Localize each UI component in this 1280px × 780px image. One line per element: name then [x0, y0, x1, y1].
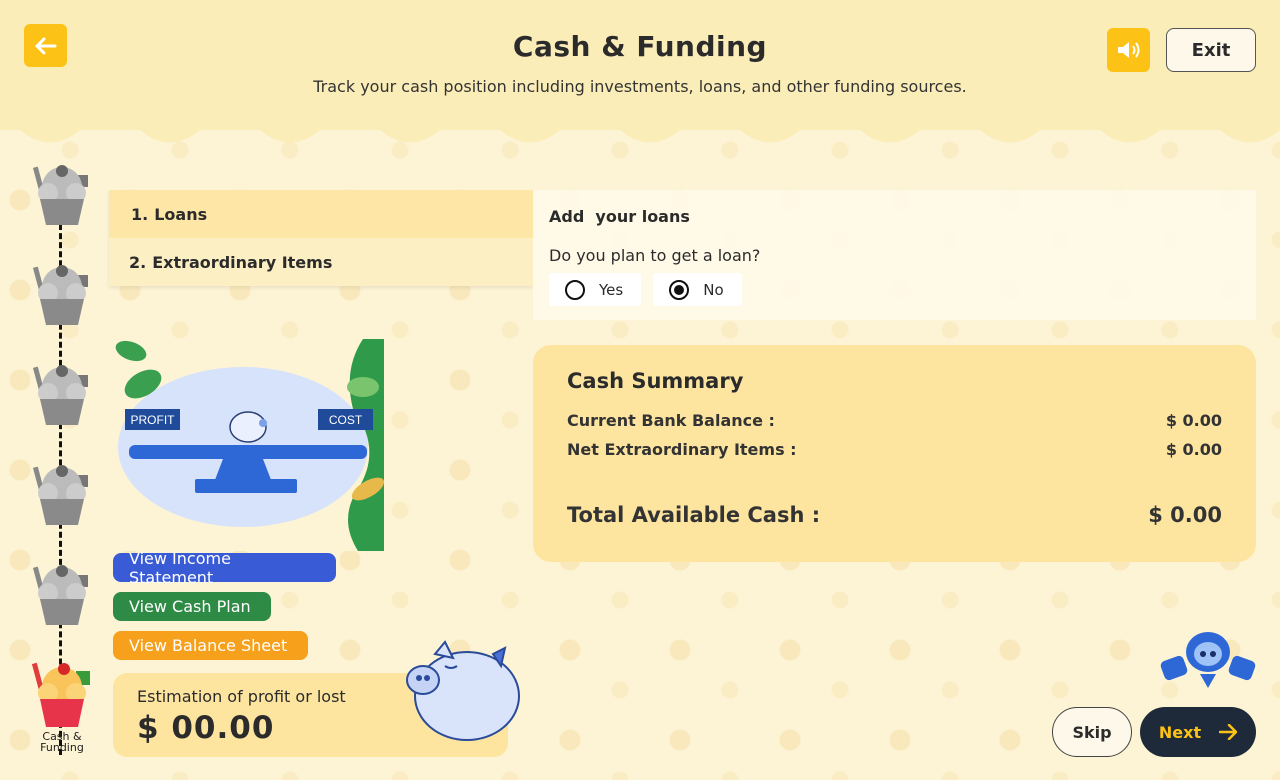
tab-number: 2.: [129, 252, 147, 272]
piggy-bank-icon: [406, 640, 520, 741]
tab-label: Extraordinary Items: [152, 252, 333, 272]
next-button[interactable]: Next: [1140, 707, 1256, 757]
tab-label: Loans: [154, 204, 208, 224]
step-cupcake-icon: [32, 165, 88, 225]
summary-row: Current Bank Balance : $ 0.00: [567, 411, 1222, 430]
view-balance-sheet-button[interactable]: View Balance Sheet: [113, 631, 308, 660]
profit-label: PROFIT: [131, 413, 176, 427]
tab-number: 1.: [131, 204, 149, 224]
robot-mascot-icon: [1160, 632, 1256, 688]
summary-row: Net Extraordinary Items : $ 0.00: [567, 440, 1222, 459]
step-cupcake-icon: [32, 365, 88, 425]
radio-circle-icon: [565, 279, 585, 300]
summary-title: Cash Summary: [567, 369, 744, 393]
exit-button[interactable]: Exit: [1166, 28, 1256, 72]
summary-row-value: $ 0.00: [1165, 411, 1222, 430]
skip-button[interactable]: Skip: [1052, 707, 1132, 757]
section-tabs: 1. Loans 2. Extraordinary Items: [109, 190, 533, 286]
loan-title: Add your loans: [549, 207, 690, 226]
arrow-right-icon: [1219, 724, 1238, 740]
radio-no[interactable]: No: [653, 273, 742, 306]
loan-panel: Add your loans Do you plan to get a loan…: [533, 190, 1256, 320]
page-title: Cash & Funding: [512, 30, 768, 63]
progress-rail: Cash & Funding: [24, 155, 104, 765]
radio-selected-icon: [669, 279, 690, 300]
header-wave: [0, 110, 1280, 143]
current-step-cupcake-icon: [31, 662, 90, 727]
step-cupcake-icon: [32, 265, 88, 325]
speaker-icon: [1117, 42, 1139, 58]
loan-question: Do you plan to get a loan?: [549, 246, 761, 265]
summary-row-value: $ 0.00: [1165, 440, 1222, 459]
summary-row-label: Net Extraordinary Items :: [567, 440, 797, 459]
summary-total: Total Available Cash : $ 0.00: [567, 503, 1222, 527]
loan-radio-group: Yes No: [549, 273, 1240, 306]
radio-label: No: [703, 280, 724, 299]
tab-extraordinary-items[interactable]: 2. Extraordinary Items: [109, 238, 533, 286]
view-cash-plan-button[interactable]: View Cash Plan: [113, 592, 271, 621]
cost-label: COST: [329, 413, 363, 427]
radio-label: Yes: [599, 280, 624, 299]
cash-summary-card: Cash Summary Current Bank Balance : $ 0.…: [533, 345, 1256, 562]
radio-yes[interactable]: Yes: [549, 273, 642, 306]
current-step-label: Cash & Funding: [40, 730, 84, 754]
page-subtitle: Track your cash position including inves…: [313, 77, 967, 96]
profit-cost-illustration: PROFIT COST: [113, 339, 384, 551]
sound-button[interactable]: [1107, 28, 1150, 72]
summary-row-label: Current Bank Balance :: [567, 411, 775, 430]
step-cupcake-icon: [32, 465, 88, 525]
tab-loans[interactable]: 1. Loans: [109, 190, 533, 238]
summary-total-label: Total Available Cash :: [567, 503, 821, 527]
summary-total-value: $ 0.00: [1148, 503, 1222, 527]
step-cupcake-icon: [32, 565, 88, 625]
next-label: Next: [1158, 722, 1202, 742]
view-income-statement-button[interactable]: View Income Statement: [113, 549, 336, 587]
